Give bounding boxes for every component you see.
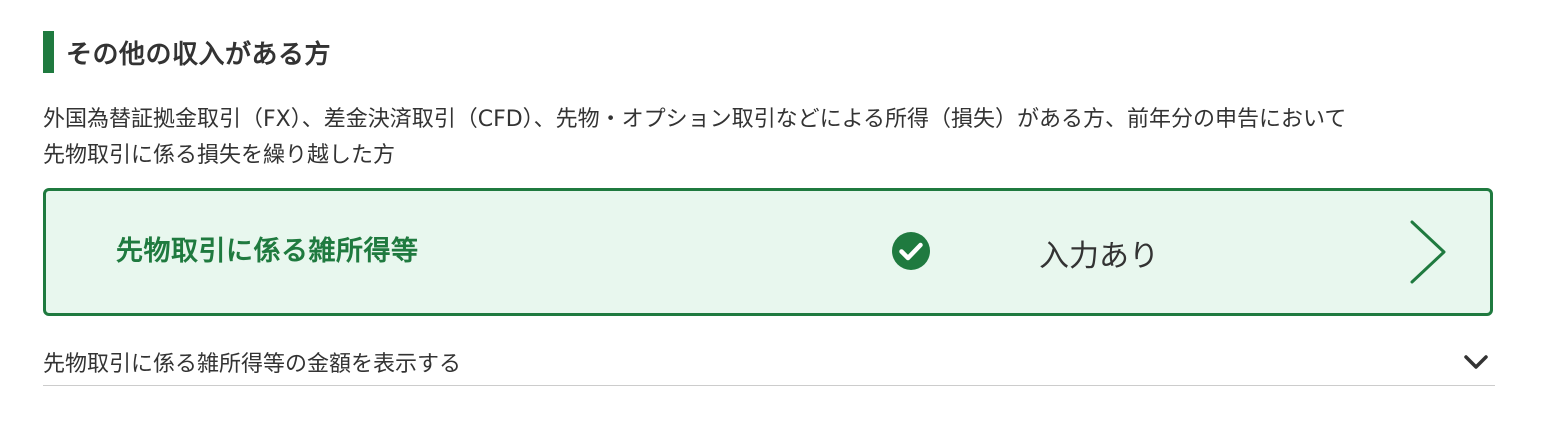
amount-toggle[interactable]: 先物取引に係る雑所得等の金額を表示する [43, 332, 1495, 386]
income-card-futures[interactable]: 先物取引に係る雑所得等 入力あり [43, 188, 1493, 316]
section-description: 外国為替証拠金取引（FX）、差金決済取引（CFD）、先物・オプション取引などによ… [43, 102, 1503, 174]
income-card-title: 先物取引に係る雑所得等 [116, 236, 419, 267]
input-status-text: 入力あり [1039, 239, 1159, 274]
description-line: 先物取引に係る損失を繰り越した方 [43, 143, 396, 168]
section-heading: その他の収入がある方 [43, 30, 331, 74]
amount-toggle-label: 先物取引に係る雑所得等の金額を表示する [43, 352, 462, 377]
chevron-right-icon [1410, 220, 1446, 284]
check-circle-icon [892, 232, 930, 270]
section-title: その他の収入がある方 [66, 39, 332, 70]
chevron-down-icon [1464, 355, 1488, 369]
description-line: 外国為替証拠金取引（FX）、差金決済取引（CFD）、先物・オプション取引などによ… [43, 107, 1347, 132]
page: その他の収入がある方 外国為替証拠金取引（FX）、差金決済取引（CFD）、先物・… [0, 0, 1544, 448]
heading-accent-bar [43, 31, 54, 73]
